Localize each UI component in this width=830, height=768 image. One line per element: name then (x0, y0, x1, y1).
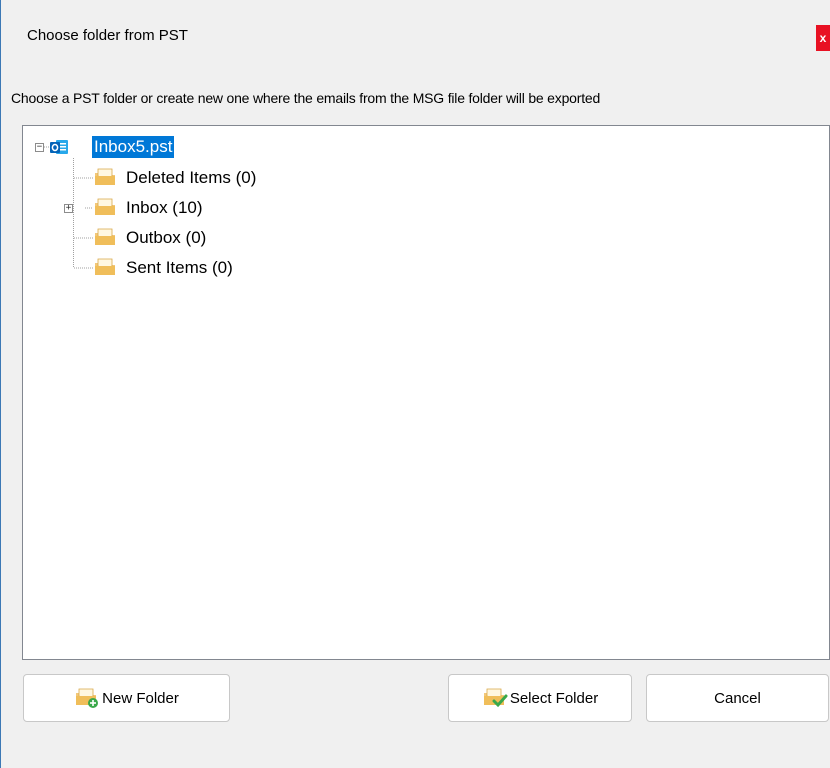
mail-folder-icon (93, 167, 117, 192)
new-folder-button[interactable]: New Folder (23, 674, 230, 722)
mail-folder-icon (93, 197, 117, 222)
tree-node-root[interactable]: Inbox5.pst (92, 136, 175, 158)
tree-node-outbox[interactable]: Outbox (0) (124, 227, 208, 249)
cancel-button[interactable]: Cancel (646, 674, 829, 722)
expand-toggle-inbox[interactable]: + (64, 204, 73, 213)
tree-node-sent-items[interactable]: Sent Items (0) (124, 257, 235, 279)
close-button[interactable]: x (816, 25, 830, 51)
new-folder-icon (74, 687, 100, 709)
dialog-title: Choose folder from PST (27, 27, 188, 44)
mail-folder-icon (93, 227, 117, 252)
choose-folder-dialog: Choose folder from PST x Choose a PST fo… (0, 0, 830, 768)
new-folder-label: New Folder (102, 689, 179, 707)
tree-node-inbox[interactable]: Inbox (10) (124, 197, 205, 219)
tree-node-deleted-items[interactable]: Deleted Items (0) (124, 167, 258, 189)
outlook-pst-icon (49, 137, 69, 162)
select-folder-label: Select Folder (509, 689, 599, 707)
title-bar: Choose folder from PST x (1, 0, 830, 66)
select-folder-button[interactable]: Select Folder (448, 674, 632, 722)
cancel-label: Cancel (714, 689, 761, 707)
instruction-text: Choose a PST folder or create new one wh… (11, 90, 601, 106)
folder-tree[interactable]: − Inbox5.pst Deleted Items (0) + Inbox (… (22, 125, 830, 660)
select-folder-icon (482, 687, 508, 709)
collapse-toggle-root[interactable]: − (35, 143, 44, 152)
mail-folder-icon (93, 257, 117, 282)
